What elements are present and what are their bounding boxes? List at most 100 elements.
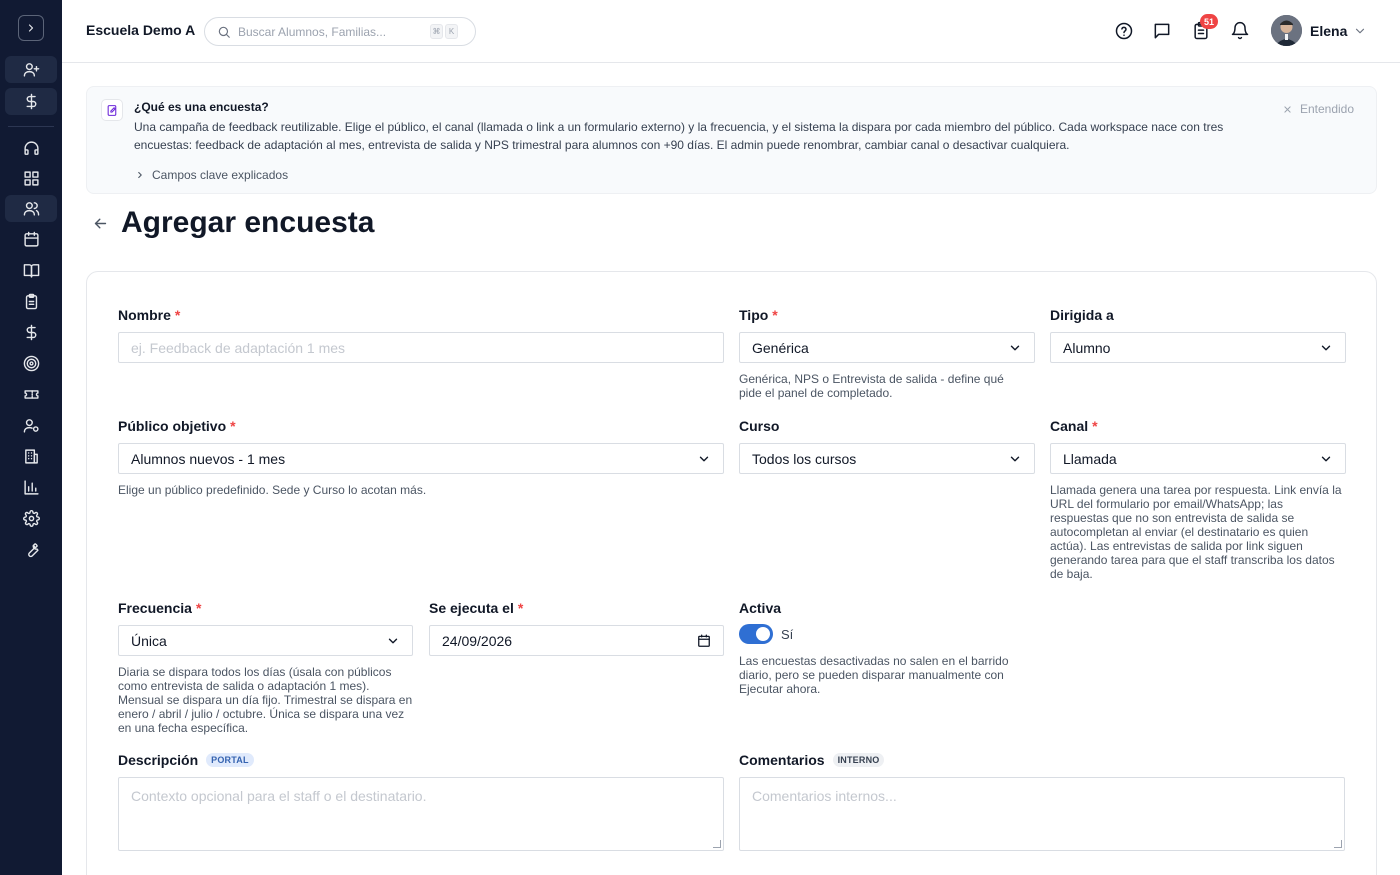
sidebar-item-support[interactable]	[5, 135, 57, 162]
sidebar-expand-button[interactable]	[18, 15, 44, 41]
notifications-button[interactable]	[1230, 21, 1250, 41]
activa-value: Sí	[781, 627, 794, 642]
publico-select[interactable]: Alumnos nuevos - 1 mes	[118, 443, 724, 474]
sidebar-item-calendar[interactable]	[5, 226, 57, 253]
sidebar-item-billing[interactable]	[5, 319, 57, 346]
sidebar-item-courses[interactable]	[5, 257, 57, 284]
top-header: Escuela Demo A ⌘ K 51 Elena	[62, 0, 1400, 63]
page-title: Agregar encuesta	[121, 206, 375, 239]
sidebar-item-dashboard[interactable]	[5, 165, 57, 192]
sidebar-item-users[interactable]	[5, 195, 57, 222]
back-arrow-icon[interactable]	[92, 215, 109, 232]
ticket-icon	[23, 390, 39, 399]
sidebar-divider	[8, 126, 54, 127]
dollar-icon	[26, 324, 36, 341]
frecuencia-help: Diaria se dispara todos los días (úsala …	[118, 665, 413, 735]
global-search[interactable]: ⌘ K	[204, 17, 476, 46]
activa-help: Las encuestas desactivadas no salen en e…	[739, 654, 1009, 696]
sidebar-item-tasks[interactable]	[5, 288, 57, 315]
sidebar-item-reports[interactable]	[5, 474, 57, 501]
dismiss-banner-button[interactable]: Entendido	[1283, 102, 1354, 116]
clipboard-icon	[25, 293, 37, 310]
sidebar	[0, 0, 62, 875]
sidebar-item-goals[interactable]	[5, 350, 57, 377]
shortcut-key-cmd: ⌘	[430, 24, 443, 39]
grid-icon	[23, 171, 39, 186]
chevron-down-icon	[1321, 456, 1331, 461]
calendar-icon	[23, 231, 39, 247]
chevron-down-icon	[1010, 345, 1020, 350]
target-icon	[23, 355, 39, 372]
resize-handle[interactable]	[1334, 840, 1342, 848]
user-avatar[interactable]	[1271, 15, 1302, 46]
avatar-photo	[1271, 15, 1302, 46]
user-plus-icon	[23, 63, 39, 77]
building-icon	[24, 449, 38, 464]
fecha-value: 24/09/2026	[442, 632, 513, 649]
frecuencia-value: Única	[131, 632, 167, 649]
comentarios-textarea[interactable]: Comentarios internos...	[739, 777, 1345, 851]
comentarios-placeholder: Comentarios internos...	[752, 788, 897, 804]
bar-chart-icon	[23, 480, 39, 495]
sidebar-item-campuses[interactable]	[5, 443, 57, 470]
canal-label: Canal *	[1050, 418, 1098, 434]
tipo-label: Tipo *	[739, 307, 778, 323]
comentarios-label: Comentarios INTERNO	[739, 752, 885, 768]
sidebar-item-settings[interactable]	[5, 505, 57, 532]
shortcut-key-k: K	[445, 24, 458, 39]
bell-icon	[1231, 21, 1249, 40]
users-icon	[23, 202, 39, 216]
tipo-select[interactable]: Genérica	[739, 332, 1035, 363]
dollar-icon	[26, 93, 36, 110]
chevron-down-icon	[699, 456, 709, 461]
sidebar-item-add-user[interactable]	[5, 56, 57, 83]
sidebar-item-staff[interactable]	[5, 412, 57, 439]
calendar-icon[interactable]	[697, 634, 711, 648]
survey-icon	[101, 99, 123, 121]
banner-title: ¿Qué es una encuesta?	[134, 100, 269, 114]
chevron-down-icon[interactable]	[1353, 24, 1367, 38]
descripcion-label: Descripción PORTAL	[118, 752, 254, 768]
chevron-down-icon	[1321, 345, 1331, 350]
fecha-field[interactable]: 24/09/2026	[429, 625, 724, 656]
nombre-input[interactable]	[131, 339, 711, 356]
publico-label: Público objetivo *	[118, 418, 236, 434]
curso-select[interactable]: Todos los cursos	[739, 443, 1035, 474]
dismiss-label: Entendido	[1299, 102, 1354, 116]
nombre-field[interactable]	[118, 332, 724, 363]
book-icon	[23, 264, 39, 278]
publico-value: Alumnos nuevos - 1 mes	[131, 450, 286, 467]
sidebar-item-tools[interactable]	[5, 536, 57, 563]
dirigida-label: Dirigida a	[1050, 307, 1114, 323]
chevron-right-icon	[138, 171, 142, 179]
activa-toggle[interactable]	[739, 624, 773, 644]
gear-icon	[22, 510, 40, 527]
descripcion-textarea[interactable]: Contexto opcional para el staff o el des…	[118, 777, 724, 851]
canal-help: Llamada genera una tarea por respuesta. …	[1050, 483, 1342, 581]
info-banner: ¿Qué es una encuesta? Una campaña de fee…	[86, 86, 1377, 194]
resize-handle[interactable]	[713, 840, 721, 848]
user-cog-icon	[23, 419, 39, 433]
canal-select[interactable]: Llamada	[1050, 443, 1346, 474]
curso-value: Todos los cursos	[752, 450, 857, 467]
messages-button[interactable]	[1152, 21, 1172, 41]
survey-form-card: Nombre* Tipo* Genérica Genérica, NPS o E…	[86, 271, 1377, 875]
sidebar-item-payments[interactable]	[5, 88, 57, 115]
interno-chip: INTERNO	[832, 753, 885, 767]
key-fields-expander[interactable]: Campos clave explicados	[135, 168, 288, 182]
search-icon	[218, 26, 230, 38]
help-button[interactable]	[1114, 21, 1134, 41]
close-icon	[1284, 105, 1291, 113]
user-name[interactable]: Elena	[1310, 23, 1347, 39]
wrench-icon	[27, 543, 39, 558]
frecuencia-select[interactable]: Única	[118, 625, 413, 656]
search-input[interactable]	[238, 24, 428, 39]
message-icon	[1154, 23, 1170, 39]
dirigida-select[interactable]: Alumno	[1050, 332, 1346, 363]
frecuencia-label: Frecuencia *	[118, 600, 202, 616]
curso-label: Curso	[739, 418, 780, 434]
portal-chip: PORTAL	[206, 753, 254, 767]
school-name: Escuela Demo A	[86, 22, 196, 38]
sidebar-item-tickets[interactable]	[5, 381, 57, 408]
dirigida-value: Alumno	[1063, 339, 1111, 356]
